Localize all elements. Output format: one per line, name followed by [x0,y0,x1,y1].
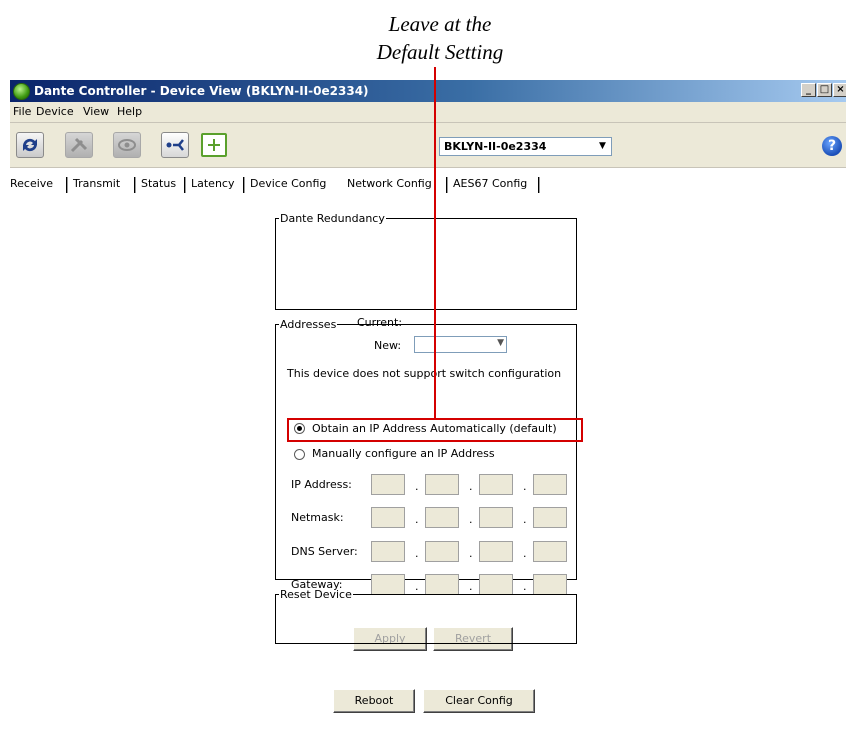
ip-octet-4[interactable] [533,474,567,495]
toolbar: BKLYN-II-0e2334 ▼ ? [10,123,846,168]
device-select[interactable]: BKLYN-II-0e2334 ▼ [439,137,612,156]
dns-octet-2[interactable] [425,541,459,562]
netmask-octet-4[interactable] [533,507,567,528]
annotation-pointer-line [434,67,436,419]
ip-address-label: IP Address: [291,478,352,491]
group-title: Addresses [280,318,337,331]
tab-device-config[interactable]: Device Config [250,177,326,190]
tab-transmit[interactable]: Transmit [73,177,120,190]
netmask-octet-1[interactable] [371,507,405,528]
octet-dot: . [469,480,473,493]
window-title: Dante Controller - Device View (BKLYN-II… [34,84,369,98]
tab-receive[interactable]: Receive [10,177,53,190]
netmask-octet-3[interactable] [479,507,513,528]
clear-config-button[interactable]: Clear Config [423,689,535,713]
refresh-icon [22,138,38,152]
dns-octet-4[interactable] [533,541,567,562]
monitor-button[interactable] [113,132,141,158]
dns-octet-3[interactable] [479,541,513,562]
annotation-text-line2: Default Setting [376,40,504,64]
octet-dot: . [523,547,527,560]
refresh-button[interactable] [16,132,44,158]
minimize-button[interactable]: _ [801,83,816,97]
tab-network-config[interactable]: Network Config [347,177,432,190]
menu-file[interactable]: File [13,105,31,118]
netmask-octet-2[interactable] [425,507,459,528]
menu-help[interactable]: Help [117,105,142,118]
dante-app-icon [13,83,30,100]
reboot-button[interactable]: Reboot [333,689,415,713]
annotation-highlight-box [287,418,583,442]
tab-separator [243,177,245,193]
tab-separator [134,177,136,193]
ip-octet-1[interactable] [371,474,405,495]
wrench-icon [70,137,88,153]
menu-bar: File Device View Help [10,102,846,123]
tab-status[interactable]: Status [141,177,176,190]
device-select-value: BKLYN-II-0e2334 [444,140,547,153]
chevron-down-icon[interactable]: ▼ [594,138,611,155]
octet-dot: . [415,547,419,560]
ip-octet-2[interactable] [425,474,459,495]
tab-separator [538,177,540,193]
tab-separator [184,177,186,193]
dante-redundancy-group: Dante Redundancy [275,212,577,310]
ip-octet-3[interactable] [479,474,513,495]
octet-dot: . [469,513,473,526]
tab-separator [66,177,68,193]
dns-server-label: DNS Server: [291,545,358,558]
add-button[interactable] [201,133,227,157]
close-button[interactable]: × [833,83,846,97]
network-icon [166,139,184,151]
manual-ip-label[interactable]: Manually configure an IP Address [312,447,495,460]
group-title: Dante Redundancy [280,212,385,225]
tab-bar: Receive Transmit Status Latency Device C… [10,177,846,195]
octet-dot: . [523,513,527,526]
octet-dot: . [523,480,527,493]
title-bar[interactable]: Dante Controller - Device View (BKLYN-II… [10,80,846,102]
help-icon[interactable]: ? [822,136,842,156]
group-title: Reset Device [280,588,352,601]
tab-separator [446,177,448,193]
menu-device[interactable]: Device [36,105,74,118]
annotation-text-line1: Leave at the [388,12,492,36]
network-view-button[interactable] [161,132,189,158]
eye-icon [118,139,136,151]
octet-dot: . [415,480,419,493]
netmask-label: Netmask: [291,511,344,524]
tab-latency[interactable]: Latency [191,177,234,190]
dns-octet-1[interactable] [371,541,405,562]
manual-ip-radio[interactable] [294,449,305,460]
octet-dot: . [415,513,419,526]
plus-icon [208,139,220,151]
menu-view[interactable]: View [83,105,109,118]
reset-device-group: Reset Device [275,588,577,644]
tools-button[interactable] [65,132,93,158]
maximize-button[interactable]: □ [817,83,832,97]
tab-aes67-config[interactable]: AES67 Config [453,177,527,190]
octet-dot: . [469,547,473,560]
